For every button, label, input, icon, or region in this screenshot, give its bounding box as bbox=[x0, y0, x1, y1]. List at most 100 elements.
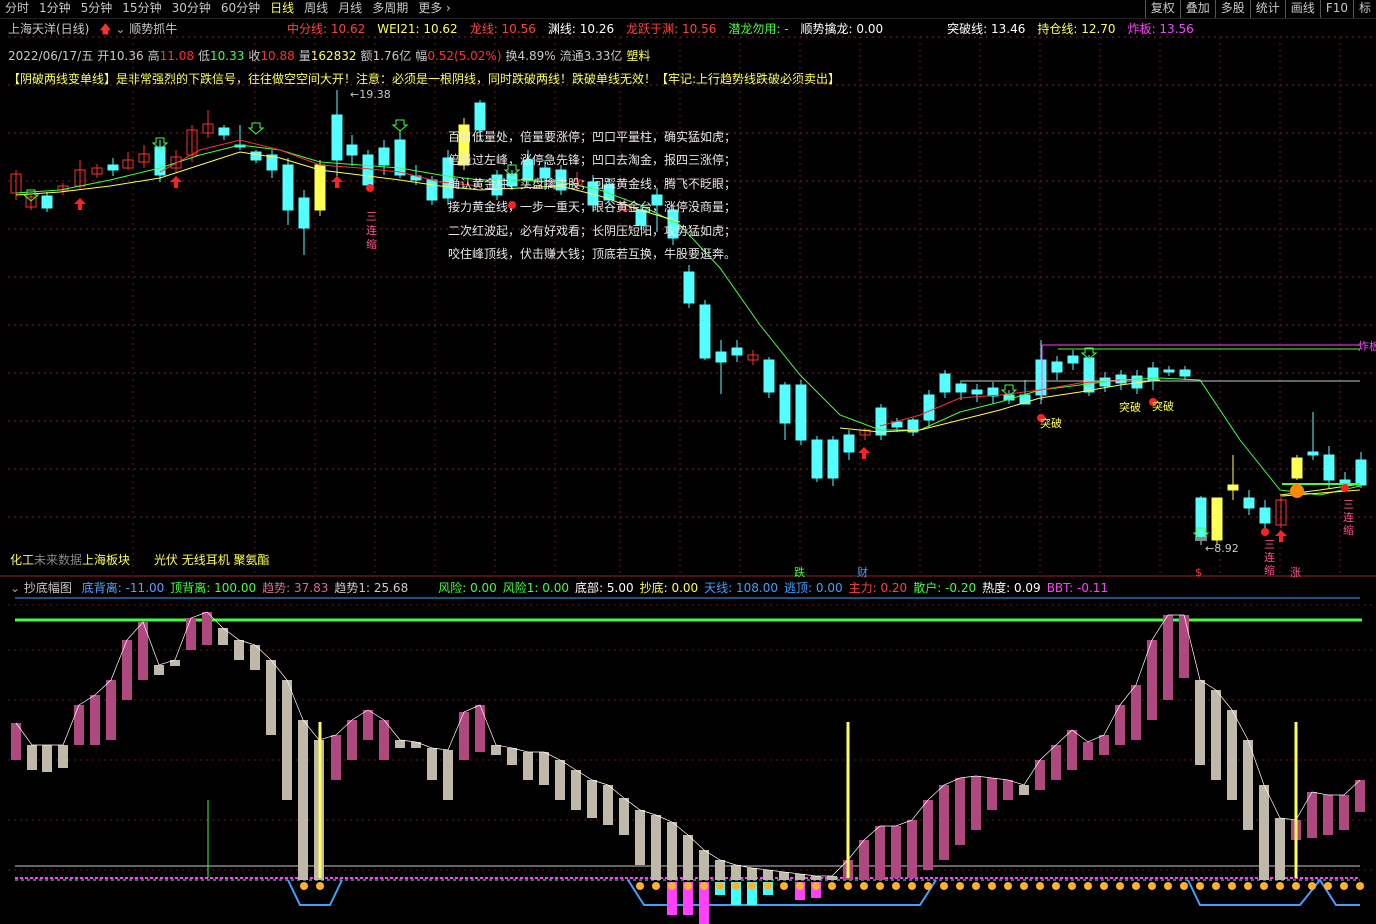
indicator-bar bbox=[282, 680, 292, 800]
candle-body bbox=[939, 373, 951, 393]
indicator-bar bbox=[379, 720, 389, 760]
verse-line-4: 二次红波起，必有好戏看；长阴压短阳，攻势猛如虎； bbox=[448, 223, 737, 238]
low-marker bbox=[1195, 537, 1207, 541]
hand-pointer-icon bbox=[1180, 882, 1188, 890]
indicator-value-2: 趋势: 37.83 bbox=[262, 581, 329, 595]
hand-pointer-icon bbox=[1052, 882, 1060, 890]
indicator-bar bbox=[74, 705, 84, 745]
hand-pointer-icon bbox=[1004, 882, 1012, 890]
indicator-bar bbox=[683, 835, 693, 880]
candle-body bbox=[875, 407, 887, 436]
hand-pointer-icon bbox=[1308, 882, 1316, 890]
indicator-bar bbox=[1147, 640, 1157, 720]
candle-body bbox=[971, 389, 983, 395]
three-shrink-label-3: 三连缩 bbox=[1343, 498, 1354, 537]
indicator-bar bbox=[667, 822, 677, 880]
signal-dot-icon bbox=[366, 184, 374, 192]
indicator-bar bbox=[234, 640, 244, 660]
candle-body bbox=[683, 271, 695, 304]
down-arrow-icon bbox=[247, 122, 265, 135]
verse-line-2: 确认黄金柱，买盘擒牛股；回踩黄金线，腾飞不眨眼； bbox=[448, 176, 737, 191]
indicator-bar bbox=[971, 776, 981, 830]
indicator-value-12: 热度: 0.09 bbox=[982, 581, 1041, 595]
indicator-bar bbox=[411, 742, 421, 748]
hand-pointer-icon bbox=[1276, 882, 1284, 890]
verse-line-0: 百日低量处，倍量要涨停；凹口平量柱，确实猛如虎； bbox=[448, 130, 737, 144]
candle-body bbox=[1259, 507, 1271, 524]
candle-body bbox=[1163, 369, 1175, 373]
verse-line-5: 咬住峰顶线，伏击赚大钱；顶底若互换，牛股要逛奔。 bbox=[448, 247, 737, 262]
indicator-name[interactable]: 抄底幅图 bbox=[24, 581, 72, 595]
indicator-bar bbox=[347, 720, 357, 760]
candle-body bbox=[1211, 497, 1223, 541]
indicator-value-3: 趋势1: 25.68 bbox=[334, 581, 409, 595]
indicator-value-5: 风险1: 0.00 bbox=[502, 581, 570, 595]
candle-body bbox=[715, 351, 727, 363]
indicator-bar bbox=[603, 785, 613, 825]
break-label-3: 突破 bbox=[1152, 400, 1174, 413]
signal-dot-icon bbox=[1341, 484, 1349, 492]
indicator-bar bbox=[1083, 742, 1093, 760]
candle-body bbox=[1179, 369, 1191, 377]
indicator-bar bbox=[1307, 792, 1317, 838]
indicator-bar bbox=[507, 748, 517, 765]
indicator-chevron-icon[interactable]: ⌄ bbox=[10, 581, 20, 595]
candle-body bbox=[1307, 451, 1319, 456]
hand-pointer-icon bbox=[1212, 882, 1220, 890]
indicator-bar bbox=[1227, 710, 1237, 800]
hand-pointer-icon bbox=[300, 882, 308, 890]
hand-pointer-icon bbox=[1020, 882, 1028, 890]
hand-pointer-icon bbox=[652, 882, 660, 890]
candle-body bbox=[250, 151, 262, 161]
indicator-bar bbox=[811, 876, 821, 880]
hand-pointer-icon bbox=[972, 882, 980, 890]
hand-pointer-icon bbox=[716, 882, 724, 890]
indicator-bar bbox=[331, 735, 341, 780]
indicator-bar bbox=[875, 826, 885, 880]
indicator-bar bbox=[891, 826, 901, 878]
hand-pointer-icon bbox=[1244, 882, 1252, 890]
indicator-value-11: 散户: -0.20 bbox=[913, 581, 977, 595]
zhaban-tag: 炸板 bbox=[1358, 340, 1376, 353]
hand-pointer-icon bbox=[780, 882, 788, 890]
indicator-value-9: 逃顶: 0.00 bbox=[784, 581, 843, 595]
low-price-label: ←8.92 bbox=[1205, 542, 1239, 555]
hand-pointer-icon bbox=[844, 882, 852, 890]
indicator-bar bbox=[571, 770, 581, 810]
hand-pointer-icon bbox=[940, 882, 948, 890]
indicator-bar bbox=[651, 815, 661, 880]
indicator-bar bbox=[58, 745, 68, 768]
break-label-2: 突破 bbox=[1119, 401, 1141, 414]
hand-pointer-icon bbox=[668, 882, 676, 890]
indicator-bar bbox=[1211, 690, 1221, 780]
indicator-values: 底背离: -11.00 顶背离: 100.00 趋势: 37.83 趋势1: 25.6… bbox=[76, 581, 1108, 595]
candle-body bbox=[1243, 497, 1255, 509]
candle-body bbox=[1115, 374, 1127, 384]
indicator-bar bbox=[1163, 615, 1173, 700]
candle-body bbox=[282, 164, 294, 211]
indicator-bar bbox=[587, 780, 597, 818]
indicator-value-13: BBT: -0.11 bbox=[1046, 581, 1109, 595]
candle-body bbox=[1227, 484, 1239, 491]
indicator-value-6: 底部: 5.00 bbox=[575, 581, 634, 595]
verse-line-1: 倍量过左峰，涨停急先锋；凹口去淘金，报四三涨停； bbox=[448, 153, 737, 168]
hand-pointer-icon bbox=[1324, 882, 1332, 890]
candle-body bbox=[1195, 497, 1207, 541]
hand-pointer-icon bbox=[1196, 882, 1204, 890]
dollar-tag: $ bbox=[1195, 566, 1202, 579]
indicator-bar bbox=[1195, 680, 1205, 765]
hand-pointer-icon bbox=[1100, 882, 1108, 890]
up-arrow-icon bbox=[331, 176, 343, 188]
indicator-bar bbox=[1243, 740, 1253, 830]
indicator-bar bbox=[779, 872, 789, 880]
hand-pointer-icon bbox=[1116, 882, 1124, 890]
down-arrow-icon bbox=[391, 119, 409, 132]
high-price-label: ←19.38 bbox=[350, 88, 391, 101]
future-data-label: 未来数据 bbox=[34, 553, 83, 567]
indicator-bar bbox=[1323, 795, 1333, 835]
hand-pointer-icon bbox=[316, 882, 324, 890]
indicator-value-0: 底背离: -11.00 bbox=[81, 581, 165, 595]
signal-dot-icon bbox=[1261, 528, 1269, 536]
candle-body bbox=[154, 146, 166, 176]
candle-body bbox=[1067, 355, 1079, 364]
